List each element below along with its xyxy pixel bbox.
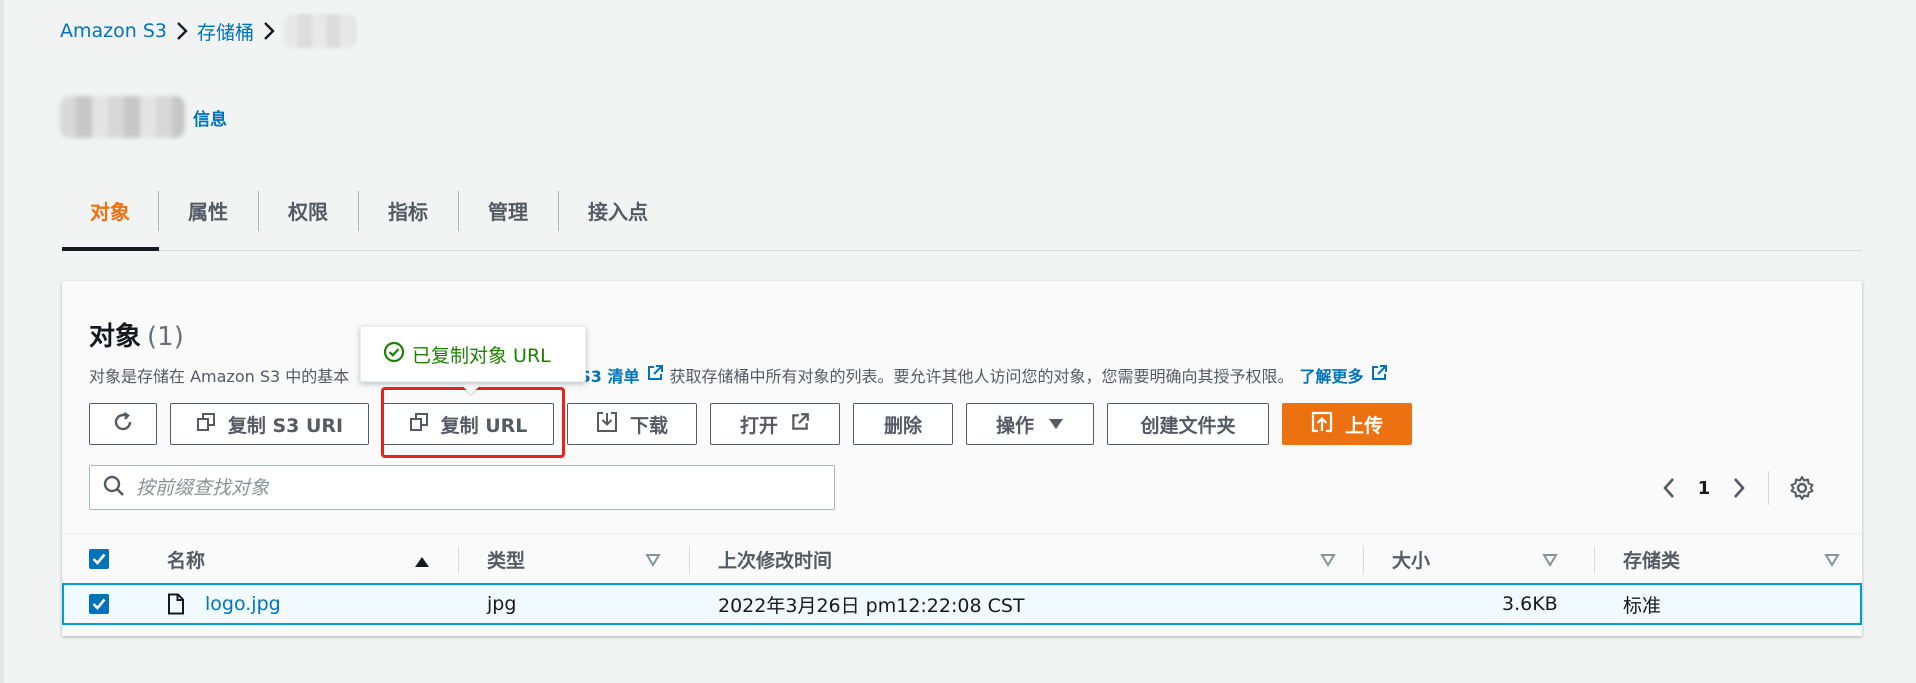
breadcrumb-amazon-s3[interactable]: Amazon S3 bbox=[60, 20, 167, 42]
object-size: 3.6KB bbox=[1502, 593, 1558, 615]
objects-table: 名称 类型 上次修改时间 大小 存储类 logo.jpg jpg 2022年3月… bbox=[62, 533, 1862, 625]
refresh-icon bbox=[111, 410, 135, 439]
row-select-checkbox[interactable] bbox=[89, 594, 109, 614]
download-label: 下载 bbox=[629, 414, 668, 437]
object-last-modified: 2022年3月26日 pm12:22:08 CST bbox=[718, 594, 1025, 617]
tab-management[interactable]: 管理 bbox=[458, 183, 558, 237]
page-left-border bbox=[0, 0, 4, 683]
copy-s3-uri-button[interactable]: 复制 S3 URI bbox=[170, 403, 369, 445]
row-checkbox-cell bbox=[89, 585, 109, 623]
upload-button[interactable]: 上传 bbox=[1282, 403, 1412, 445]
copy-url-button[interactable]: 复制 URL bbox=[382, 403, 554, 445]
column-header-type[interactable]: 类型 bbox=[487, 534, 525, 584]
delete-label: 删除 bbox=[883, 414, 922, 437]
search-icon bbox=[102, 474, 136, 502]
select-all-checkbox-cell bbox=[89, 534, 109, 584]
column-divider bbox=[1594, 546, 1595, 574]
objects-panel-title: 对象 (1) bbox=[89, 316, 184, 353]
active-tab-indicator bbox=[62, 247, 159, 251]
external-link-icon bbox=[1370, 364, 1388, 386]
file-icon bbox=[167, 585, 185, 623]
objects-count: (1) bbox=[147, 322, 184, 352]
objects-toolbar: 复制 S3 URI 复制 URL 下载 打开 删除 操作 创建文件夹 上传 bbox=[89, 402, 1412, 446]
column-header-name[interactable]: 名称 bbox=[167, 534, 205, 584]
success-check-icon bbox=[383, 341, 412, 368]
upload-icon bbox=[1311, 411, 1345, 438]
sort-ascending-icon[interactable] bbox=[414, 553, 430, 572]
select-all-checkbox[interactable] bbox=[89, 549, 109, 569]
tab-permissions[interactable]: 权限 bbox=[258, 183, 358, 237]
next-page-button[interactable] bbox=[1722, 471, 1756, 505]
page-title-redacted bbox=[60, 96, 185, 138]
table-header: 名称 类型 上次修改时间 大小 存储类 bbox=[62, 533, 1862, 583]
page-number[interactable]: 1 bbox=[1686, 478, 1722, 499]
objects-panel-body: 对象 (1) 对象是存储在 Amazon S3 中的基本 S3 清单 获取存储桶中… bbox=[62, 281, 1862, 636]
table-row[interactable]: logo.jpg jpg 2022年3月26日 pm12:22:08 CST 3… bbox=[62, 583, 1862, 625]
column-divider bbox=[689, 546, 690, 574]
copied-url-tooltip: 已复制对象 URL bbox=[360, 326, 586, 382]
open-label: 打开 bbox=[739, 414, 778, 437]
gear-icon bbox=[1790, 476, 1814, 500]
object-storage-class: 标准 bbox=[1623, 594, 1662, 617]
objects-description: 对象是存储在 Amazon S3 中的基本 S3 清单 获取存储桶中所有对象的列… bbox=[89, 363, 1394, 387]
tab-metrics[interactable]: 指标 bbox=[358, 183, 458, 237]
download-button[interactable]: 下载 bbox=[567, 403, 697, 445]
create-folder-button[interactable]: 创建文件夹 bbox=[1107, 403, 1269, 445]
tab-objects[interactable]: 对象 bbox=[62, 183, 158, 237]
chevron-right-icon bbox=[254, 22, 284, 40]
sort-icon[interactable] bbox=[1824, 552, 1840, 571]
sort-icon[interactable] bbox=[1320, 552, 1336, 571]
actions-label: 操作 bbox=[995, 414, 1034, 437]
search-input[interactable] bbox=[136, 476, 816, 499]
upload-label: 上传 bbox=[1344, 414, 1383, 437]
inventory-link[interactable]: S3 清单 bbox=[579, 363, 639, 387]
tooltip-text: 已复制对象 URL bbox=[412, 344, 551, 367]
description-text: 获取存储桶中所有对象的列表。要允许其他人访问您的对象，您需要明确向其授予权限。 bbox=[669, 367, 1294, 386]
sort-icon[interactable] bbox=[1542, 552, 1558, 571]
copy-icon bbox=[196, 412, 228, 437]
caret-down-icon bbox=[1034, 413, 1064, 435]
tab-bar: 对象 属性 权限 指标 管理 接入点 bbox=[62, 183, 1862, 251]
info-link[interactable]: 信息 bbox=[193, 105, 227, 130]
pagination: 1 bbox=[1652, 471, 1819, 505]
column-divider bbox=[1363, 546, 1364, 574]
objects-panel: 对象 (1) 对象是存储在 Amazon S3 中的基本 S3 清单 获取存储桶中… bbox=[62, 281, 1862, 636]
copy-url-label: 复制 URL bbox=[440, 414, 528, 437]
breadcrumb-bucket-name-redacted[interactable] bbox=[284, 14, 356, 48]
tab-access-points[interactable]: 接入点 bbox=[558, 183, 678, 237]
objects-title-text: 对象 bbox=[89, 322, 142, 352]
breadcrumb-buckets[interactable]: 存储桶 bbox=[197, 18, 254, 45]
chevron-left-icon bbox=[1663, 478, 1674, 498]
learn-more-link[interactable]: 了解更多 bbox=[1300, 363, 1364, 387]
chevron-right-icon bbox=[167, 22, 197, 40]
delete-button[interactable]: 删除 bbox=[853, 403, 953, 445]
download-icon bbox=[596, 411, 630, 438]
copy-s3-uri-label: 复制 S3 URI bbox=[227, 414, 344, 437]
object-name-link[interactable]: logo.jpg bbox=[205, 585, 281, 623]
tab-properties[interactable]: 属性 bbox=[158, 183, 258, 237]
check-icon bbox=[92, 553, 106, 565]
open-button[interactable]: 打开 bbox=[710, 403, 840, 445]
column-header-last-modified[interactable]: 上次修改时间 bbox=[718, 534, 832, 584]
search-box bbox=[89, 465, 835, 510]
copy-icon bbox=[409, 412, 441, 437]
page-title-row: 信息 bbox=[60, 96, 227, 138]
object-type: jpg bbox=[487, 593, 517, 615]
chevron-right-icon bbox=[1734, 478, 1745, 498]
check-icon bbox=[92, 598, 106, 610]
sort-icon[interactable] bbox=[645, 552, 661, 571]
column-header-storage-class[interactable]: 存储类 bbox=[1623, 534, 1680, 584]
description-prefix: 对象是存储在 Amazon S3 中的基本 bbox=[89, 367, 350, 386]
create-folder-label: 创建文件夹 bbox=[1140, 414, 1236, 437]
actions-dropdown-button[interactable]: 操作 bbox=[966, 403, 1094, 445]
refresh-button[interactable] bbox=[89, 403, 157, 445]
settings-button[interactable] bbox=[1785, 471, 1819, 505]
external-link-icon bbox=[778, 412, 810, 437]
breadcrumb: Amazon S3 存储桶 bbox=[60, 14, 356, 48]
column-header-size[interactable]: 大小 bbox=[1392, 534, 1430, 584]
pager-divider bbox=[1768, 471, 1769, 505]
external-link-icon bbox=[646, 364, 664, 386]
column-divider bbox=[458, 546, 459, 574]
previous-page-button[interactable] bbox=[1652, 471, 1686, 505]
